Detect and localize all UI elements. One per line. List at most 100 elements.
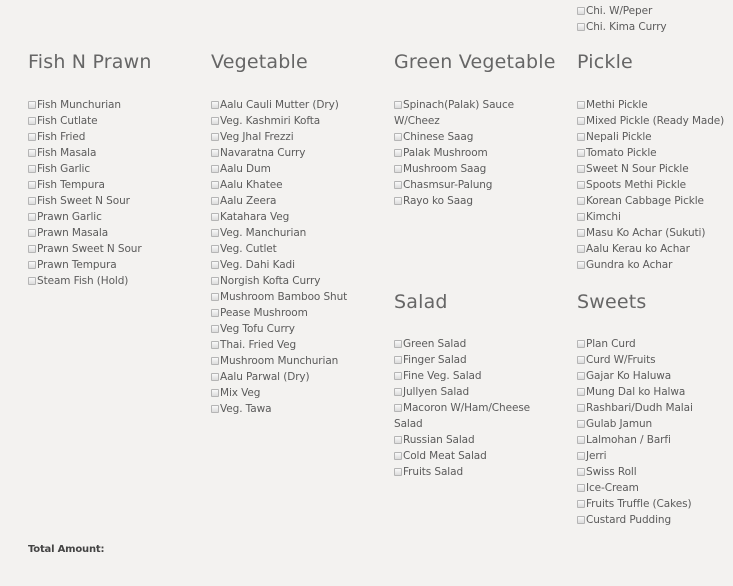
menu-item[interactable]: Veg. Dahi Kadi (211, 257, 386, 273)
menu-item-checkbox[interactable] (577, 388, 585, 396)
menu-item[interactable]: Korean Cabbage Pickle (577, 193, 727, 209)
menu-item-checkbox[interactable] (577, 197, 585, 205)
menu-item-checkbox[interactable] (577, 468, 585, 476)
menu-item-checkbox[interactable] (577, 516, 585, 524)
menu-item-checkbox[interactable] (211, 405, 219, 413)
menu-item-checkbox[interactable] (577, 117, 585, 125)
menu-item-checkbox[interactable] (211, 181, 219, 189)
menu-item[interactable]: Mushroom Saag (394, 161, 516, 177)
menu-item[interactable]: Fish Cutlate (28, 113, 203, 129)
menu-item[interactable]: Gulab Jamun (577, 416, 727, 432)
menu-item[interactable]: Navaratna Curry (211, 145, 386, 161)
menu-item[interactable]: Aalu Cauli Mutter (Dry) (211, 97, 386, 113)
menu-item[interactable]: Tomato Pickle (577, 145, 727, 161)
menu-item-checkbox[interactable] (211, 117, 219, 125)
menu-item-checkbox[interactable] (577, 149, 585, 157)
menu-item[interactable]: Mix Veg (211, 385, 386, 401)
menu-item-checkbox[interactable] (211, 309, 219, 317)
menu-item[interactable]: Prawn Tempura (28, 257, 203, 273)
menu-item[interactable]: Fish Fried (28, 129, 203, 145)
menu-item-checkbox[interactable] (28, 213, 36, 221)
menu-item-checkbox[interactable] (211, 197, 219, 205)
menu-item[interactable]: Custard Pudding (577, 512, 727, 528)
menu-item[interactable]: Cold Meat Salad (394, 448, 534, 464)
menu-item[interactable]: Chi. W/Peper (577, 3, 727, 19)
menu-item-checkbox[interactable] (577, 165, 585, 173)
menu-item-checkbox[interactable] (211, 245, 219, 253)
menu-item-checkbox[interactable] (211, 357, 219, 365)
menu-item[interactable]: Veg Jhal Frezzi (211, 129, 386, 145)
menu-item-checkbox[interactable] (577, 340, 585, 348)
menu-item-checkbox[interactable] (394, 340, 402, 348)
menu-item[interactable]: Fruits Truffle (Cakes) (577, 496, 727, 512)
menu-item[interactable]: Thai. Fried Veg (211, 337, 386, 353)
menu-item[interactable]: Sweet N Sour Pickle (577, 161, 727, 177)
menu-item-checkbox[interactable] (211, 133, 219, 141)
menu-item[interactable]: Katahara Veg (211, 209, 386, 225)
menu-item-checkbox[interactable] (577, 213, 585, 221)
menu-item-checkbox[interactable] (394, 165, 402, 173)
menu-item-checkbox[interactable] (394, 356, 402, 364)
menu-item-checkbox[interactable] (211, 261, 219, 269)
menu-item[interactable]: Rashbari/Dudh Malai (577, 400, 727, 416)
menu-item-checkbox[interactable] (211, 341, 219, 349)
menu-item[interactable]: Fish Sweet N Sour (28, 193, 203, 209)
menu-item[interactable]: Macoron W/Ham/Cheese Salad (394, 400, 534, 432)
menu-item[interactable]: Finger Salad (394, 352, 534, 368)
menu-item-checkbox[interactable] (28, 229, 36, 237)
menu-item-checkbox[interactable] (211, 165, 219, 173)
menu-item-checkbox[interactable] (394, 372, 402, 380)
menu-item-checkbox[interactable] (577, 7, 585, 15)
menu-item[interactable]: Aalu Khatee (211, 177, 386, 193)
menu-item-checkbox[interactable] (577, 261, 585, 269)
menu-item[interactable]: Russian Salad (394, 432, 534, 448)
menu-item[interactable]: Jullyen Salad (394, 384, 534, 400)
menu-item[interactable]: Palak Mushroom (394, 145, 516, 161)
menu-item[interactable]: Pease Mushroom (211, 305, 386, 321)
menu-item[interactable]: Rayo ko Saag (394, 193, 516, 209)
menu-item[interactable]: Veg. Kashmiri Kofta (211, 113, 386, 129)
menu-item[interactable]: Fish Munchurian (28, 97, 203, 113)
menu-item-checkbox[interactable] (394, 404, 402, 412)
menu-item[interactable]: Green Salad (394, 336, 534, 352)
menu-item[interactable]: Fish Tempura (28, 177, 203, 193)
menu-item-checkbox[interactable] (577, 101, 585, 109)
menu-item[interactable]: Nepali Pickle (577, 129, 727, 145)
menu-item-checkbox[interactable] (211, 213, 219, 221)
menu-item-checkbox[interactable] (577, 23, 585, 31)
menu-item-checkbox[interactable] (28, 149, 36, 157)
menu-item[interactable]: Ice-Cream (577, 480, 727, 496)
menu-item[interactable]: Gajar Ko Haluwa (577, 368, 727, 384)
menu-item-checkbox[interactable] (577, 484, 585, 492)
menu-item[interactable]: Chasmsur-Palung (394, 177, 516, 193)
menu-item-checkbox[interactable] (577, 133, 585, 141)
menu-item[interactable]: Swiss Roll (577, 464, 727, 480)
menu-item-checkbox[interactable] (394, 197, 402, 205)
menu-item-checkbox[interactable] (28, 245, 36, 253)
menu-item[interactable]: Mushroom Munchurian (211, 353, 386, 369)
menu-item[interactable]: Aalu Zeera (211, 193, 386, 209)
menu-item-checkbox[interactable] (577, 356, 585, 364)
menu-item-checkbox[interactable] (211, 389, 219, 397)
menu-item-checkbox[interactable] (28, 133, 36, 141)
menu-item-checkbox[interactable] (28, 101, 36, 109)
menu-item[interactable]: Veg. Cutlet (211, 241, 386, 257)
menu-item-checkbox[interactable] (394, 101, 402, 109)
menu-item-checkbox[interactable] (394, 133, 402, 141)
menu-item[interactable]: Curd W/Fruits (577, 352, 727, 368)
menu-item-checkbox[interactable] (394, 388, 402, 396)
menu-item-checkbox[interactable] (211, 325, 219, 333)
menu-item[interactable]: Fish Masala (28, 145, 203, 161)
menu-item-checkbox[interactable] (577, 181, 585, 189)
menu-item[interactable]: Fish Garlic (28, 161, 203, 177)
menu-item-checkbox[interactable] (28, 165, 36, 173)
menu-item-checkbox[interactable] (394, 149, 402, 157)
menu-item-checkbox[interactable] (211, 277, 219, 285)
menu-item[interactable]: Chinese Saag (394, 129, 516, 145)
menu-item[interactable]: Aalu Dum (211, 161, 386, 177)
menu-item[interactable]: Aalu Parwal (Dry) (211, 369, 386, 385)
menu-item[interactable]: Lalmohan / Barfi (577, 432, 727, 448)
menu-item-checkbox[interactable] (394, 436, 402, 444)
menu-item-checkbox[interactable] (211, 373, 219, 381)
menu-item[interactable]: Prawn Masala (28, 225, 203, 241)
